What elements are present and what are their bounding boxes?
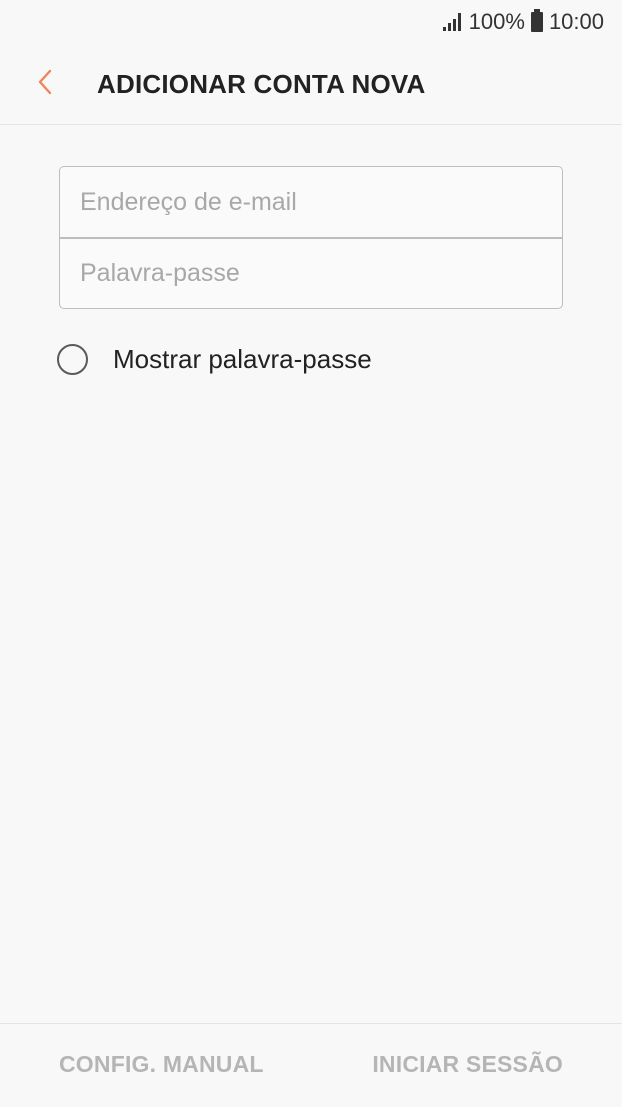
battery-percent: 100% [468,9,525,34]
bottom-action-bar: CONFIG. MANUAL INICIAR SESSÃO [0,1023,622,1107]
battery-icon [530,9,543,32]
signal-icon [442,13,461,31]
back-button[interactable] [28,62,68,102]
show-password-radio[interactable] [57,343,88,375]
show-password-label: Mostrar palavra-passe [113,343,372,374]
status-indicators: 100% 10:00 [442,9,604,35]
manual-config-button[interactable]: CONFIG. MANUAL [59,1051,264,1078]
email-field[interactable] [60,167,562,237]
clock: 10:00 [548,9,604,34]
page-title: ADICIONAR CONTA NOVA [97,69,426,99]
show-password-toggle[interactable]: Mostrar palavra-passe [57,340,372,378]
password-field[interactable] [60,238,562,308]
sign-in-button[interactable]: INICIAR SESSÃO [372,1051,563,1078]
login-form [59,166,563,309]
app-bar: ADICIONAR CONTA NOVA [0,44,622,125]
status-bar: 100% 10:00 [0,0,622,44]
chevron-left-icon [38,69,52,95]
